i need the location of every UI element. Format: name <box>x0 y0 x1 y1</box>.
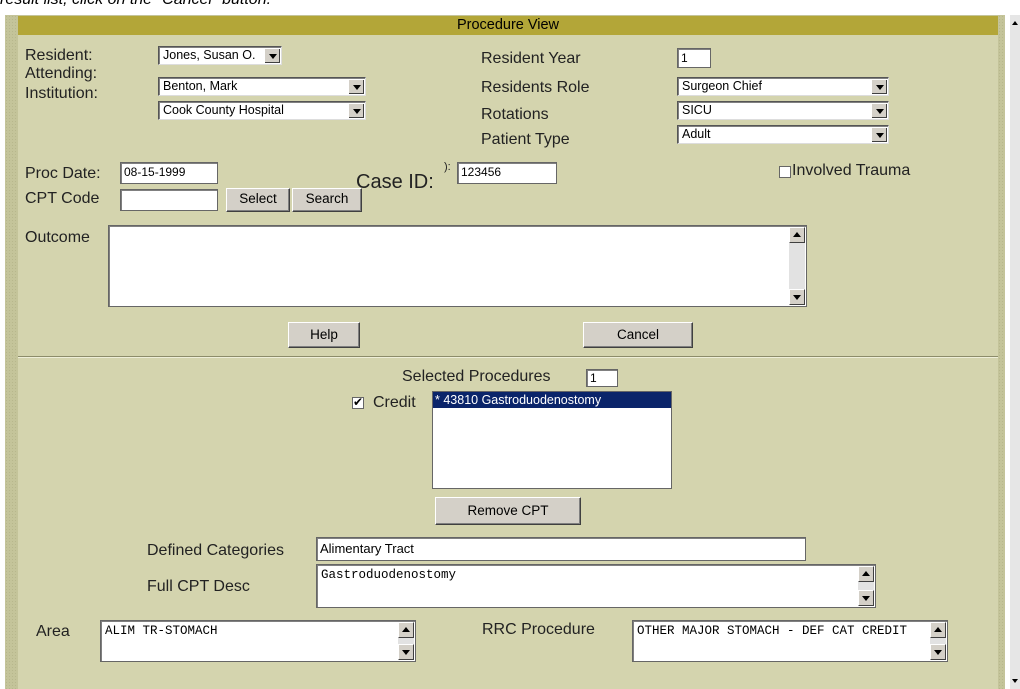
attending-select[interactable]: Benton, Mark <box>158 77 366 96</box>
resident-select[interactable]: Jones, Susan O. <box>158 46 282 65</box>
search-button[interactable]: Search <box>292 188 362 212</box>
involved-trauma-checkbox[interactable] <box>779 166 791 178</box>
attending-value: Benton, Mark <box>163 79 238 93</box>
defined-categories-input[interactable]: Alimentary Tract <box>316 537 806 561</box>
instruction-text: result list, click on the "Cancel" butto… <box>0 0 271 9</box>
involved-trauma-label: Involved Trauma <box>792 162 911 179</box>
full-cpt-desc-label: Full CPT Desc <box>147 578 250 595</box>
cpt-code-input[interactable] <box>120 189 218 211</box>
window-title: Procedure View <box>18 16 998 35</box>
procedures-listbox[interactable]: * 43810 Gastroduodenostomy <box>432 391 672 489</box>
attending-label: Attending: <box>25 65 98 82</box>
area-value: ALIM TR-STOMACH <box>105 624 218 638</box>
patient-type-select[interactable]: Adult <box>677 125 889 144</box>
help-button[interactable]: Help <box>288 322 360 348</box>
residents-role-label: Residents Role <box>481 79 590 96</box>
residents-role-value: Surgeon Chief <box>682 79 762 93</box>
full-cpt-desc-value: Gastroduodenostomy <box>321 568 457 582</box>
institution-select[interactable]: Cook County Hospital <box>158 101 366 120</box>
chevron-down-icon[interactable] <box>871 127 887 142</box>
proc-date-label: Proc Date: <box>25 165 101 182</box>
chevron-down-icon[interactable] <box>871 79 887 94</box>
defined-categories-label: Defined Categories <box>147 542 284 559</box>
rotations-value: SICU <box>682 103 712 117</box>
outcome-textarea[interactable] <box>108 225 807 307</box>
outcome-scrollbar[interactable] <box>789 227 805 305</box>
scroll-up-icon[interactable] <box>858 566 874 582</box>
area-label: Area <box>36 623 70 640</box>
area-textarea[interactable]: ALIM TR-STOMACH <box>100 620 416 662</box>
case-id-label: Case ID: <box>356 171 434 193</box>
scroll-up-icon[interactable] <box>930 622 946 638</box>
scroll-down-icon[interactable] <box>398 644 414 660</box>
rrc-procedure-textarea[interactable]: OTHER MAJOR STOMACH - DEF CAT CREDIT <box>632 620 948 662</box>
scroll-down-icon[interactable] <box>789 289 805 305</box>
chevron-down-icon[interactable] <box>348 103 364 118</box>
patient-type-label: Patient Type <box>481 131 570 148</box>
cpt-code-label: CPT Code <box>25 190 100 207</box>
institution-value: Cook County Hospital <box>163 103 284 117</box>
rotations-label: Rotations <box>481 106 549 123</box>
case-id-extra-text: ): <box>444 161 451 173</box>
case-id-input[interactable]: 123456 <box>457 162 557 184</box>
area-scrollbar[interactable] <box>398 622 414 660</box>
institution-label: Institution: <box>25 85 98 102</box>
residents-role-select[interactable]: Surgeon Chief <box>677 77 889 96</box>
resident-value: Jones, Susan O. <box>163 48 256 62</box>
scroll-up-icon[interactable] <box>789 227 805 243</box>
resident-year-input[interactable]: 1 <box>677 48 711 68</box>
outcome-label: Outcome <box>25 229 90 246</box>
chevron-down-icon[interactable] <box>348 79 364 94</box>
proc-date-input[interactable]: 08-15-1999 <box>120 162 218 184</box>
full-cpt-desc-textarea[interactable]: Gastroduodenostomy <box>316 564 876 608</box>
full-cpt-desc-scrollbar[interactable] <box>858 566 874 606</box>
scroll-down-icon[interactable] <box>858 590 874 606</box>
scroll-up-icon[interactable] <box>398 622 414 638</box>
patient-type-value: Adult <box>682 127 711 141</box>
procedure-list-item[interactable]: * 43810 Gastroduodenostomy <box>433 392 671 408</box>
remove-cpt-button[interactable]: Remove CPT <box>435 497 581 525</box>
rotations-select[interactable]: SICU <box>677 101 889 120</box>
rrc-procedure-value: OTHER MAJOR STOMACH - DEF CAT CREDIT <box>637 624 908 638</box>
scroll-down-icon[interactable] <box>930 644 946 660</box>
rrc-procedure-label: RRC Procedure <box>482 621 595 638</box>
selected-procedures-count[interactable]: 1 <box>586 369 618 387</box>
cancel-button[interactable]: Cancel <box>583 322 693 348</box>
page-scrollbar[interactable] <box>1010 15 1020 689</box>
resident-year-label: Resident Year <box>481 50 581 67</box>
credit-label: Credit <box>373 394 416 411</box>
select-button[interactable]: Select <box>226 188 290 212</box>
chevron-down-icon[interactable] <box>871 103 887 118</box>
rrc-procedure-scrollbar[interactable] <box>930 622 946 660</box>
chevron-down-icon[interactable] <box>264 48 280 63</box>
resident-label: Resident: <box>25 47 93 64</box>
selected-procedures-label: Selected Procedures <box>402 368 551 385</box>
credit-checkbox[interactable] <box>352 395 364 409</box>
section-divider <box>18 356 998 358</box>
